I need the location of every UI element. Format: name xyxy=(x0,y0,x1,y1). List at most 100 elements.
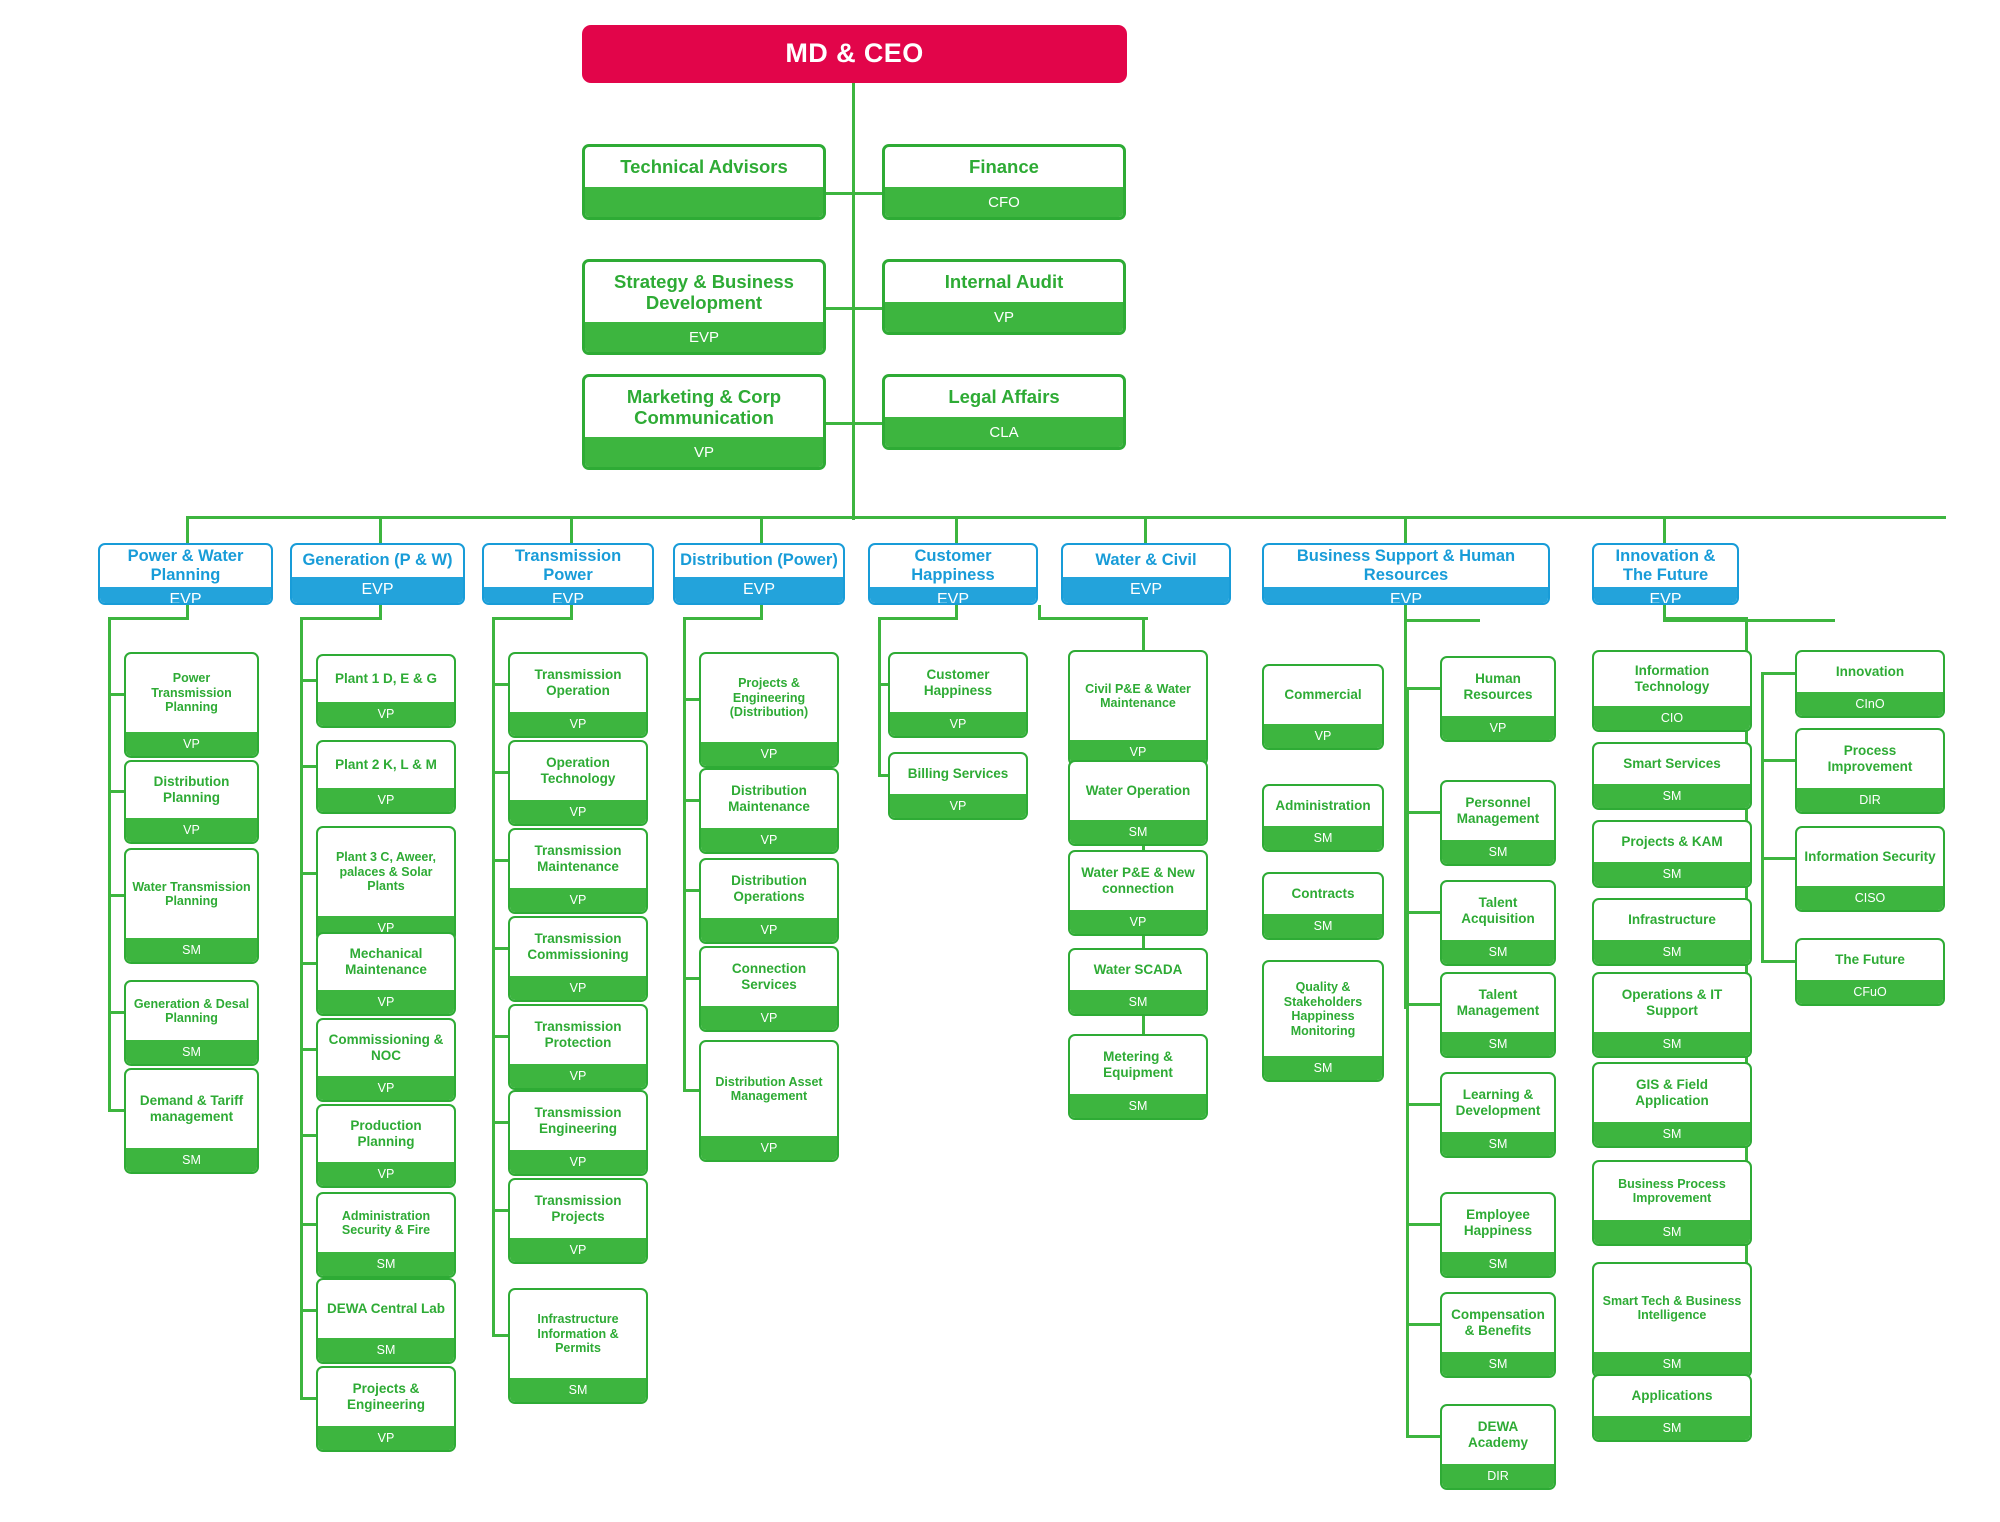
node-unit-business-support-and-human-resources-compensation-and-benefits[interactable]: Compensation & Benefits SM xyxy=(1440,1292,1556,1378)
node-unit-innovation-and-the-future-operations-and-it-support[interactable]: Operations & IT Support SM xyxy=(1592,972,1752,1058)
node-unit-generation-p-and-w-commissioning-and-noc[interactable]: Commissioning & NOC VP xyxy=(316,1018,456,1102)
node-unit-transmission-power-transmission-engineering[interactable]: Transmission Engineering VP xyxy=(508,1090,648,1176)
node-division-water-and-civil[interactable]: Water & Civil EVP xyxy=(1061,543,1231,605)
node-division-innovation-and-the-future[interactable]: Innovation & The Future EVP xyxy=(1592,543,1739,605)
node-unit-water-and-civil-civil-pande-and-water-maintenance[interactable]: Civil P&E & Water Maintenance VP xyxy=(1068,650,1208,766)
node-unit-business-support-and-human-resources-human-resources[interactable]: Human Resources VP xyxy=(1440,656,1556,742)
node-role: SM xyxy=(1594,1352,1750,1376)
connector-div-stem-2 xyxy=(379,516,382,543)
node-role: VP xyxy=(701,1136,837,1160)
node-unit-generation-p-and-w-plant-3-c-aweer-palaces-and-solar-plants[interactable]: Plant 3 C, Aweer, palaces & Solar Plants… xyxy=(316,826,456,942)
node-unit-innovation-and-the-future-smart-tech-and-business-intelligence[interactable]: Smart Tech & Business Intelligence SM xyxy=(1592,1262,1752,1378)
node-unit-business-support-and-human-resources-quality-and-stakeholders-happiness-monitoring[interactable]: Quality & Stakeholders Happiness Monitor… xyxy=(1262,960,1384,1082)
node-unit-business-support-and-human-resources-commercial[interactable]: Commercial VP xyxy=(1262,664,1384,750)
node-unit-power-and-water-planning-water-transmission-planning[interactable]: Water Transmission Planning SM xyxy=(124,848,259,964)
node-role: VP xyxy=(890,712,1026,736)
node-unit-transmission-power-transmission-projects[interactable]: Transmission Projects VP xyxy=(508,1178,648,1264)
node-unit-generation-p-and-w-plant-1-d-e-and-g[interactable]: Plant 1 D, E & G VP xyxy=(316,654,456,728)
node-role: SM xyxy=(1442,1352,1554,1376)
node-unit-transmission-power-transmission-protection[interactable]: Transmission Protection VP xyxy=(508,1004,648,1090)
node-unit-innovation-and-the-future-innovation[interactable]: Innovation CInO xyxy=(1795,650,1945,718)
node-unit-transmission-power-operation-technology[interactable]: Operation Technology VP xyxy=(508,740,648,826)
node-unit-innovation-and-the-future-applications[interactable]: Applications SM xyxy=(1592,1374,1752,1442)
node-unit-innovation-and-the-future-projects-and-kam[interactable]: Projects & KAM SM xyxy=(1592,820,1752,888)
node-unit-business-support-and-human-resources-dewa-academy[interactable]: DEWA Academy DIR xyxy=(1440,1404,1556,1490)
node-title: Distribution Asset Management xyxy=(715,1074,823,1104)
node-unit-distribution-power-connection-services[interactable]: Connection Services VP xyxy=(699,946,839,1032)
node-unit-innovation-and-the-future-information-security[interactable]: Information Security CISO xyxy=(1795,826,1945,912)
node-unit-innovation-and-the-future-infrastructure[interactable]: Infrastructure SM xyxy=(1592,898,1752,966)
node-role: VP xyxy=(585,437,823,467)
node-role: SM xyxy=(1264,914,1382,938)
node-unit-innovation-and-the-future-the-future[interactable]: The Future CFuO xyxy=(1795,938,1945,1006)
node-title: Civil P&E & Water Maintenance xyxy=(1085,681,1191,711)
node-strategy-business-development[interactable]: Strategy & Business Development EVP xyxy=(582,259,826,355)
node-title: Operation Technology xyxy=(540,755,616,786)
node-division-distribution-power[interactable]: Distribution (Power) EVP xyxy=(673,543,845,605)
node-unit-generation-p-and-w-production-planning[interactable]: Production Planning VP xyxy=(316,1104,456,1188)
node-unit-innovation-and-the-future-business-process-improvement[interactable]: Business Process Improvement SM xyxy=(1592,1160,1752,1246)
node-role: VP xyxy=(701,828,837,852)
node-unit-generation-p-and-w-dewa-central-lab[interactable]: DEWA Central Lab SM xyxy=(316,1278,456,1364)
connector-right-stub-7-1 xyxy=(1761,759,1797,762)
node-role: SM xyxy=(126,1040,257,1064)
connector-column-spine-3 xyxy=(683,617,686,1089)
node-unit-innovation-and-the-future-information-technology[interactable]: Information Technology CIO xyxy=(1592,650,1752,732)
node-marketing-corp-communication[interactable]: Marketing & Corp Communication VP xyxy=(582,374,826,470)
node-unit-generation-p-and-w-plant-2-k-l-and-m[interactable]: Plant 2 K, L & M VP xyxy=(316,740,456,814)
node-unit-water-and-civil-metering-and-equipment[interactable]: Metering & Equipment SM xyxy=(1068,1034,1208,1120)
node-unit-business-support-and-human-resources-talent-management[interactable]: Talent Management SM xyxy=(1440,972,1556,1058)
connector-column-spine-4 xyxy=(878,617,881,774)
node-internal-audit[interactable]: Internal Audit VP xyxy=(882,259,1126,335)
node-unit-water-and-civil-water-pande-and-new-connection[interactable]: Water P&E & New connection VP xyxy=(1068,850,1208,936)
node-role: CLA xyxy=(885,417,1123,447)
node-title: Commissioning & NOC xyxy=(328,1032,444,1063)
node-unit-transmission-power-transmission-maintenance[interactable]: Transmission Maintenance VP xyxy=(508,828,648,914)
node-unit-distribution-power-projects-and-engineering-distribution[interactable]: Projects & Engineering (Distribution) VP xyxy=(699,652,839,768)
node-legal-affairs[interactable]: Legal Affairs CLA xyxy=(882,374,1126,450)
node-unit-generation-p-and-w-administration-security-and-fire[interactable]: Administration Security & Fire SM xyxy=(316,1192,456,1278)
node-unit-transmission-power-transmission-operation[interactable]: Transmission Operation VP xyxy=(508,652,648,738)
connector-division-elbow-3 xyxy=(683,617,763,620)
node-unit-power-and-water-planning-demand-and-tariff-management[interactable]: Demand & Tariff management SM xyxy=(124,1068,259,1174)
node-title: Employee Happiness xyxy=(1463,1207,1533,1238)
node-unit-business-support-and-human-resources-talent-acquisition[interactable]: Talent Acquisition SM xyxy=(1440,880,1556,966)
node-unit-business-support-and-human-resources-employee-happiness[interactable]: Employee Happiness SM xyxy=(1440,1192,1556,1278)
node-role: VP xyxy=(885,302,1123,332)
node-title: Operations & IT Support xyxy=(1621,987,1723,1018)
node-unit-innovation-and-the-future-process-improvement[interactable]: Process Improvement DIR xyxy=(1795,728,1945,814)
connector-div-stem-4 xyxy=(760,516,763,543)
node-unit-generation-p-and-w-projects-and-engineering[interactable]: Projects & Engineering VP xyxy=(316,1366,456,1452)
node-unit-innovation-and-the-future-smart-services[interactable]: Smart Services SM xyxy=(1592,742,1752,810)
node-unit-business-support-and-human-resources-contracts[interactable]: Contracts SM xyxy=(1262,872,1384,940)
node-unit-transmission-power-infrastructure-information-and-permits[interactable]: Infrastructure Information & Permits SM xyxy=(508,1288,648,1404)
node-division-generation-p-and-w[interactable]: Generation (P & W) EVP xyxy=(290,543,465,605)
node-unit-power-and-water-planning-generation-and-desal-planning[interactable]: Generation & Desal Planning SM xyxy=(124,980,259,1066)
node-unit-distribution-power-distribution-maintenance[interactable]: Distribution Maintenance VP xyxy=(699,768,839,854)
node-unit-water-and-civil-water-operation[interactable]: Water Operation SM xyxy=(1068,760,1208,846)
node-unit-business-support-and-human-resources-learning-and-development[interactable]: Learning & Development SM xyxy=(1440,1072,1556,1158)
node-division-transmission-power[interactable]: Transmission Power EVP xyxy=(482,543,654,605)
node-unit-power-and-water-planning-power-transmission-planning[interactable]: Power Transmission Planning VP xyxy=(124,652,259,758)
node-unit-customer-happiness-customer-happiness[interactable]: Customer Happiness VP xyxy=(888,652,1028,738)
node-unit-water-and-civil-water-scada[interactable]: Water SCADA SM xyxy=(1068,948,1208,1016)
node-unit-business-support-and-human-resources-administration[interactable]: Administration SM xyxy=(1262,784,1384,852)
node-unit-customer-happiness-billing-services[interactable]: Billing Services VP xyxy=(888,752,1028,820)
node-division-power-and-water-planning[interactable]: Power & Water Planning EVP xyxy=(98,543,273,605)
node-finance[interactable]: Finance CFO xyxy=(882,144,1126,220)
node-unit-power-and-water-planning-distribution-planning[interactable]: Distribution Planning VP xyxy=(124,760,259,844)
node-unit-generation-p-and-w-mechanical-maintenance[interactable]: Mechanical Maintenance VP xyxy=(316,932,456,1016)
node-unit-business-support-and-human-resources-personnel-management[interactable]: Personnel Management SM xyxy=(1440,780,1556,866)
node-title: Water Operation xyxy=(1085,783,1191,799)
node-title: Legal Affairs xyxy=(948,386,1060,408)
node-technical-advisors[interactable]: Technical Advisors xyxy=(582,144,826,220)
node-division-business-support-and-human-resources[interactable]: Business Support & Human Resources EVP xyxy=(1262,543,1550,605)
node-title: Demand & Tariff management xyxy=(139,1093,244,1124)
node-division-customer-happiness[interactable]: Customer Happiness EVP xyxy=(868,543,1038,605)
node-unit-distribution-power-distribution-operations[interactable]: Distribution Operations VP xyxy=(699,858,839,944)
node-unit-distribution-power-distribution-asset-management[interactable]: Distribution Asset Management VP xyxy=(699,1040,839,1162)
node-unit-innovation-and-the-future-gis-and-field-application[interactable]: GIS & Field Application SM xyxy=(1592,1062,1752,1148)
connector-right-stub-7-3 xyxy=(1761,960,1797,963)
node-md-ceo[interactable]: MD & CEO xyxy=(582,25,1127,83)
node-unit-transmission-power-transmission-commissioning[interactable]: Transmission Commissioning VP xyxy=(508,916,648,1002)
